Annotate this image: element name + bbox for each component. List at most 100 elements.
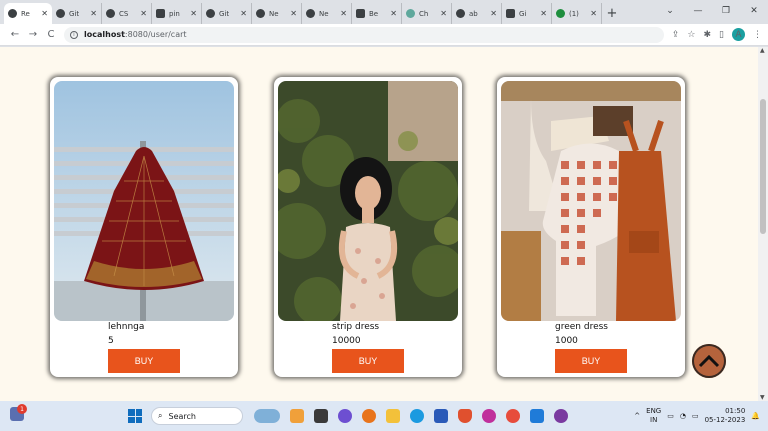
close-tab-icon[interactable]: ✕: [490, 9, 497, 18]
tab-title: Gi: [519, 9, 527, 18]
minimize-button[interactable]: —: [684, 0, 712, 22]
profile-avatar[interactable]: A: [732, 28, 745, 41]
app-icon: [356, 9, 365, 18]
close-tab-icon[interactable]: ✕: [140, 9, 147, 18]
windows-start-icon[interactable]: [128, 409, 142, 423]
close-window-button[interactable]: ✕: [740, 0, 768, 22]
github-desktop-icon[interactable]: [554, 409, 568, 423]
weather-widget-icon[interactable]: [254, 409, 280, 423]
product-card: lehnnga 5 BUY: [50, 77, 238, 377]
back-button[interactable]: ←: [6, 29, 24, 40]
clock[interactable]: 01:50 05-12-2023: [705, 407, 746, 425]
close-tab-icon[interactable]: ✕: [440, 9, 447, 18]
tab-title: Re: [21, 9, 30, 18]
browser-tab[interactable]: Ch ✕: [402, 3, 452, 24]
store-icon[interactable]: [434, 409, 448, 423]
tab-title: pin: [169, 9, 180, 18]
github-icon: [456, 9, 465, 18]
share-icon[interactable]: ⇪: [672, 30, 680, 40]
github-icon: [56, 9, 65, 18]
browser-tab[interactable]: Git ✕: [202, 3, 252, 24]
close-tab-icon[interactable]: ✕: [240, 9, 247, 18]
forward-button[interactable]: →: [24, 29, 42, 40]
browser-tab[interactable]: Ne ✕: [302, 3, 352, 24]
buy-button[interactable]: BUY: [108, 349, 180, 373]
vscode-icon[interactable]: [530, 409, 544, 423]
edge-icon[interactable]: [410, 409, 424, 423]
language-indicator[interactable]: ENG IN: [646, 407, 661, 425]
scroll-down-arrow-icon[interactable]: ▼: [760, 394, 765, 401]
close-tab-icon[interactable]: ✕: [90, 9, 97, 18]
page-viewport: lehnnga 5 BUY strip dress 10000 BUY gree…: [0, 47, 768, 401]
close-tab-icon[interactable]: ✕: [290, 9, 297, 18]
browser-tab[interactable]: Ne ✕: [252, 3, 302, 24]
product-card: green dress 1000 BUY: [497, 77, 685, 377]
terminal-icon[interactable]: [314, 409, 328, 423]
site-info-icon[interactable]: i: [70, 30, 78, 39]
browser-tab[interactable]: ab ✕: [452, 3, 502, 24]
close-tab-icon[interactable]: ✕: [190, 9, 197, 18]
task-view-icon[interactable]: [290, 409, 304, 423]
app-icon[interactable]: [482, 409, 496, 423]
url-path: :8080/user/cart: [124, 30, 187, 39]
product-price: 1000: [555, 336, 578, 346]
display-icon[interactable]: ▭: [667, 412, 674, 420]
close-tab-icon[interactable]: ✕: [590, 9, 597, 18]
notifications-bell-icon[interactable]: 🔔: [751, 412, 760, 420]
browser-tab[interactable]: CS ✕: [102, 3, 152, 24]
firefox-icon[interactable]: [362, 409, 376, 423]
volume-icon[interactable]: ◔: [680, 412, 686, 420]
browser-tab[interactable]: pin ✕: [152, 3, 202, 24]
browser-tab[interactable]: Re ✕: [4, 3, 52, 24]
tab-title: Git: [69, 9, 80, 18]
page-scrollbar[interactable]: ▲ ▼: [758, 47, 768, 401]
restore-button[interactable]: ❐: [712, 0, 740, 22]
taskbar: 1 ⌕ Search ^ ENG IN ▭ ◔ ▭ 01:50 05-12-20…: [0, 401, 768, 431]
tab-search-icon[interactable]: ⌄: [656, 0, 684, 22]
widgets-button[interactable]: 1: [10, 404, 27, 423]
tab-title: Ne: [269, 9, 279, 18]
file-explorer-icon[interactable]: [386, 409, 400, 423]
scroll-up-arrow-icon[interactable]: ▲: [760, 47, 765, 54]
notification-badge: 1: [17, 404, 27, 414]
lang-region: IN: [650, 416, 658, 424]
tab-title: Git: [219, 9, 230, 18]
new-tab-button[interactable]: +: [602, 3, 622, 24]
url-host: localhost: [84, 30, 125, 39]
reload-button[interactable]: C: [42, 29, 60, 40]
close-tab-icon[interactable]: ✕: [41, 9, 48, 18]
scrollbar-thumb[interactable]: [760, 99, 766, 234]
product-price: 5: [108, 336, 114, 346]
bookmark-star-icon[interactable]: ☆: [687, 30, 695, 40]
menu-icon[interactable]: ⋮: [753, 30, 762, 40]
browser-tab[interactable]: Gi ✕: [502, 3, 552, 24]
scroll-to-top-button[interactable]: [692, 344, 726, 378]
buy-button[interactable]: BUY: [555, 349, 627, 373]
side-panel-icon[interactable]: ▯: [719, 30, 724, 40]
globe-icon: [256, 9, 265, 18]
chrome-icon[interactable]: [506, 409, 520, 423]
tab-title: Ne: [319, 9, 329, 18]
battery-icon[interactable]: ▭: [692, 412, 699, 420]
strip-dress-photo: [278, 81, 458, 321]
buy-button[interactable]: BUY: [332, 349, 404, 373]
address-bar[interactable]: i localhost :8080/user/cart: [64, 26, 664, 43]
extensions-icon[interactable]: ✱: [704, 30, 712, 40]
tab-title: Be: [369, 9, 379, 18]
product-name: lehnnga: [108, 322, 145, 332]
tab-list: Re ✕ Git ✕ CS ✕ pin ✕ Git ✕ Ne ✕ Ne ✕ Be ✕ Ch ✕ ab ✕ Gi ✕ (1) ✕: [4, 0, 602, 24]
close-tab-icon[interactable]: ✕: [340, 9, 347, 18]
chevron-up-icon[interactable]: ^: [634, 412, 640, 420]
system-tray: ^ ENG IN ▭ ◔ ▭ 01:50 05-12-2023 🔔: [634, 401, 768, 431]
browser-tab[interactable]: Be ✕: [352, 3, 402, 24]
search-placeholder: Search: [168, 411, 196, 421]
teams-chat-icon[interactable]: [338, 409, 352, 423]
browser-tab[interactable]: Git ✕: [52, 3, 102, 24]
close-tab-icon[interactable]: ✕: [540, 9, 547, 18]
green-dress-photo: [501, 81, 681, 321]
brave-icon[interactable]: [458, 409, 472, 423]
close-tab-icon[interactable]: ✕: [390, 9, 397, 18]
browser-tab[interactable]: (1) ✕: [552, 3, 602, 24]
taskbar-search[interactable]: ⌕ Search: [151, 407, 243, 425]
product-image: [278, 81, 458, 321]
